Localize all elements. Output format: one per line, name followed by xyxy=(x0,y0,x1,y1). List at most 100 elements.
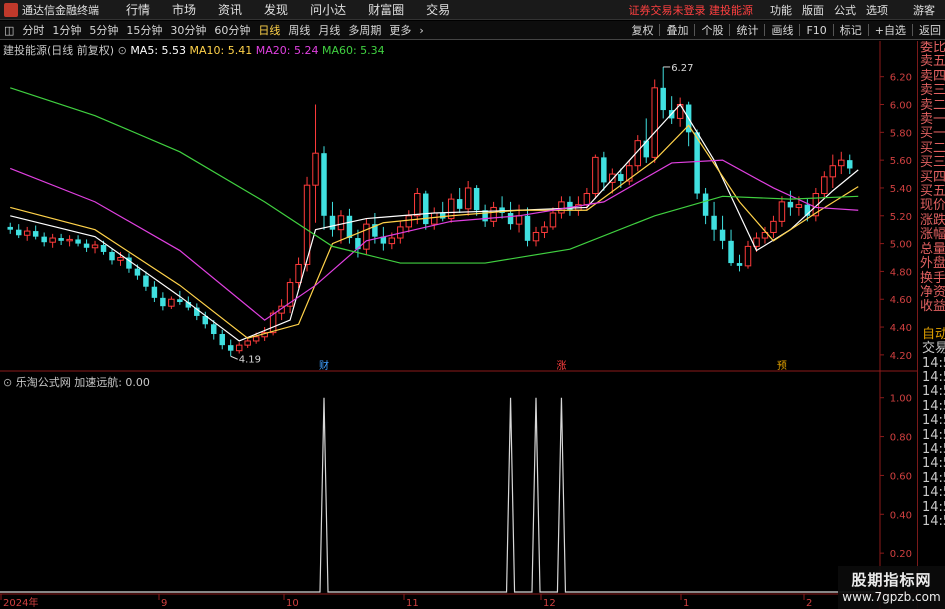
side-label: 卖四 xyxy=(920,68,945,84)
candle-body xyxy=(244,340,251,346)
price-tick-label: 5.20 xyxy=(890,212,912,223)
candle-body xyxy=(219,334,225,346)
ma10-label: MA10: 5.41 xyxy=(189,44,253,57)
date-tick-label: 11 xyxy=(406,598,419,609)
candle-body xyxy=(532,231,540,242)
candle-body xyxy=(744,245,752,267)
candle-body xyxy=(423,193,429,225)
price-tick-label: 5.80 xyxy=(890,128,912,139)
date-tick-label: 2 xyxy=(806,598,812,609)
side-label: 买四 xyxy=(920,169,945,185)
candle-body xyxy=(507,213,514,225)
low-price-label: 4.19 xyxy=(239,354,261,365)
side-label: 现价 xyxy=(920,198,945,214)
candle-body xyxy=(549,212,557,228)
candle-body xyxy=(211,324,217,335)
candle-body xyxy=(660,87,666,111)
auto-trade-label[interactable]: 自动 xyxy=(920,327,945,342)
chart-axes: 6.20 6.00 5.80 5.60 5.40 5.20 5.00 4.80 4.60 4.40… xyxy=(0,63,912,609)
candle-body xyxy=(49,237,56,243)
event-marker: 涨 xyxy=(556,360,566,372)
candle-body xyxy=(618,174,624,182)
formula-source: 乐淘公式网 xyxy=(15,376,71,389)
candle-body xyxy=(312,152,319,186)
candle-body xyxy=(778,201,786,222)
candle-body xyxy=(592,156,599,195)
high-price-label: 6.27 xyxy=(671,63,693,74)
ma-toggle-icon[interactable]: ⊙ xyxy=(118,44,127,57)
candle-body xyxy=(23,230,31,236)
candle-body xyxy=(558,201,565,214)
event-marker: 预 xyxy=(777,360,787,372)
ma5-label: MA5: 5.53 xyxy=(130,44,187,57)
date-tick-label: 2024年 xyxy=(3,596,38,609)
candle-body xyxy=(439,213,446,219)
kline-chart[interactable]: 6.20 6.00 5.80 5.60 5.40 5.20 5.00 4.80 4.60 4.40… xyxy=(0,0,917,609)
watermark-url: www.7gpzb.com xyxy=(842,590,941,604)
tick-time: 14:56 xyxy=(922,369,945,385)
candle-body xyxy=(337,215,345,231)
price-tick-label: 4.20 xyxy=(890,351,912,362)
side-label: 卖五 xyxy=(920,54,945,70)
side-label: 外盘 xyxy=(920,256,945,272)
candle-body xyxy=(75,239,81,244)
chart-grid xyxy=(0,41,917,609)
candle-body xyxy=(583,193,591,206)
candle-body xyxy=(515,215,523,225)
date-tick-label: 9 xyxy=(161,598,167,609)
stock-title: 建投能源(日线 前复权) xyxy=(3,44,115,57)
ma60-label: MA60: 5.34 xyxy=(321,44,385,57)
candle-body xyxy=(651,87,658,158)
site-watermark: 股期指标网 www.7gpzb.com xyxy=(838,566,945,609)
indicator-tick-label: 0.80 xyxy=(890,433,912,444)
side-label: 买二 xyxy=(920,140,945,156)
candle-body xyxy=(821,176,828,195)
tick-time: 14:56 xyxy=(922,441,945,457)
candle-body xyxy=(490,206,497,222)
indicator-tick-label: 0.40 xyxy=(890,510,912,521)
candle-body xyxy=(524,215,531,241)
indicator-tick-label: 0.60 xyxy=(890,471,912,482)
candle-body xyxy=(702,193,709,216)
candle-body xyxy=(321,153,327,216)
candle-body xyxy=(295,263,302,284)
side-label: 换手 xyxy=(920,270,945,286)
candle-body xyxy=(117,257,124,261)
tick-time: 14:56 xyxy=(922,514,945,529)
side-label: 涨跌 xyxy=(920,212,945,228)
indicator-toggle-icon[interactable]: ⊙ xyxy=(3,376,12,389)
candle-body xyxy=(151,286,158,298)
indicator-plot xyxy=(0,397,878,593)
tick-time: 14:56 xyxy=(922,384,945,400)
candle-body xyxy=(405,215,413,228)
tick-time: 14:56 xyxy=(922,398,945,414)
candle-body xyxy=(329,215,336,230)
side-label: 委比 xyxy=(920,41,945,55)
side-label: 卖一 xyxy=(920,112,945,128)
main-chart-header: 建投能源(日线 前复权) ⊙ MA5: 5.53 MA10: 5.41 MA20… xyxy=(3,42,385,58)
indicator-tick-label: 1.00 xyxy=(890,394,912,405)
sub-chart-header: ⊙ 乐淘公式网 加速远航: 0.00 xyxy=(3,374,150,390)
watermark-title: 股期指标网 xyxy=(851,571,932,589)
candle-body xyxy=(829,165,837,178)
date-tick-label: 1 xyxy=(683,598,689,609)
candle-body xyxy=(32,231,39,237)
candle-body xyxy=(7,226,13,230)
candle-body xyxy=(109,251,115,261)
candle-body xyxy=(66,238,73,242)
tick-time: 14:56 xyxy=(922,499,945,515)
candle-body xyxy=(252,336,260,342)
candle-body xyxy=(838,159,845,167)
indicator-line xyxy=(0,397,878,593)
tick-time: 14:56 xyxy=(922,456,945,472)
candle-body xyxy=(363,223,370,250)
trade-label[interactable]: 交易 xyxy=(920,341,945,356)
candle-body xyxy=(601,157,607,183)
candle-body xyxy=(134,268,141,276)
price-tick-label: 5.60 xyxy=(890,156,912,167)
side-label: 涨幅 xyxy=(920,227,945,243)
price-tick-label: 4.40 xyxy=(890,323,912,334)
candle-body xyxy=(770,220,777,233)
indicator-tick-label: 0.20 xyxy=(890,549,912,560)
back-button[interactable]: 返回 xyxy=(915,22,945,38)
